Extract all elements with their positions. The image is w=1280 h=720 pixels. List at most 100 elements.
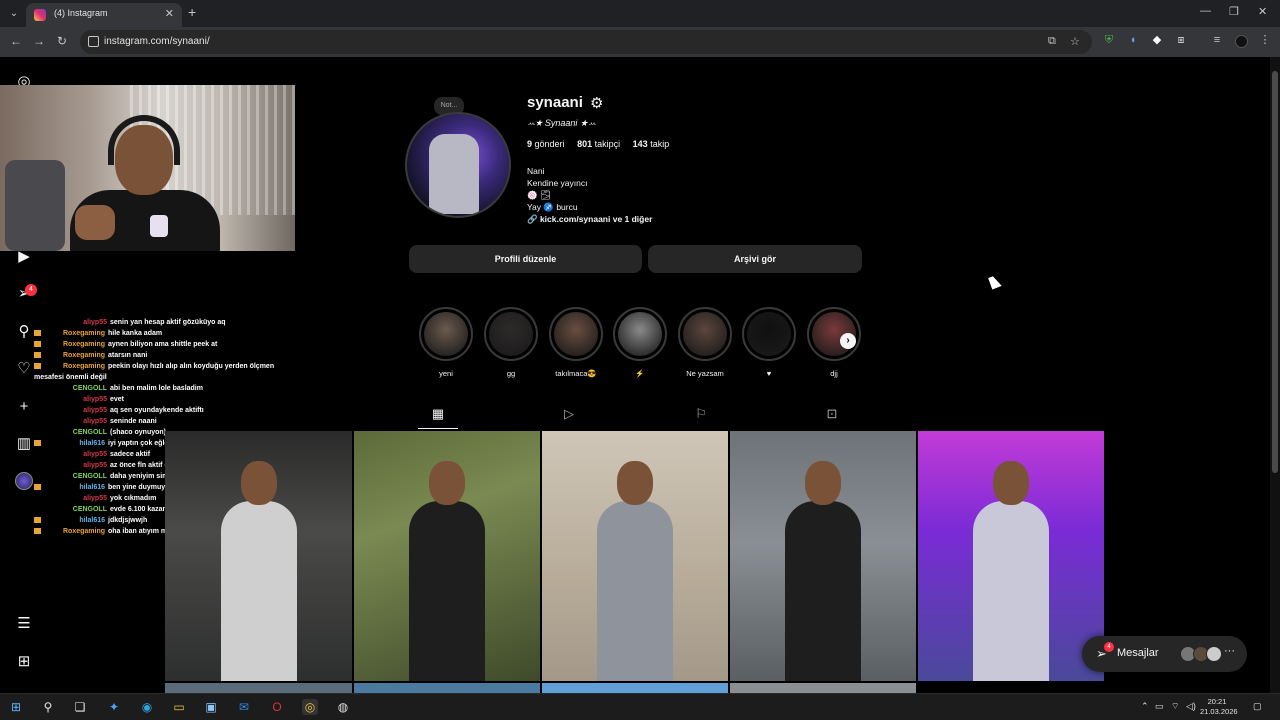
conversation-avatar bbox=[1206, 646, 1222, 662]
chat-username: aliyp55 bbox=[83, 418, 107, 425]
photo-subject bbox=[785, 501, 861, 681]
bio-line: Yay ♐ burcu bbox=[527, 202, 578, 212]
address-bar[interactable]: instagram.com/synaani/ ⧉ ☆ bbox=[80, 30, 1092, 54]
back-icon[interactable]: ← bbox=[10, 34, 22, 48]
posts-stat[interactable]: 9 gönderi bbox=[527, 139, 565, 149]
post-thumbnail[interactable] bbox=[354, 431, 540, 681]
edit-profile-button[interactable]: Profili düzenle bbox=[409, 245, 642, 273]
create-plus-icon[interactable]: + bbox=[14, 397, 34, 417]
shield-extension-icon[interactable]: ⛨ bbox=[1103, 34, 1115, 46]
restore-icon[interactable]: ❐ bbox=[1229, 5, 1239, 18]
chat-message: aliyp55 evet bbox=[34, 394, 294, 405]
post-thumbnail[interactable] bbox=[730, 683, 916, 693]
browser-tab[interactable]: (4) Instagram ✕ bbox=[26, 3, 182, 27]
chat-text: aynen biliyon ama shittle peek at bbox=[108, 341, 218, 348]
bookmark-star-icon[interactable]: ☆ bbox=[1070, 35, 1080, 48]
profile-avatar-nav[interactable] bbox=[15, 472, 33, 490]
highlight-label: ♥ bbox=[766, 369, 772, 378]
tab-reels-icon[interactable]: ▷ bbox=[559, 406, 579, 424]
site-info-icon[interactable] bbox=[88, 36, 99, 47]
tray-overflow-icon[interactable]: ⌃ bbox=[1141, 701, 1149, 712]
settings-gear-icon[interactable]: ⚙ bbox=[590, 94, 603, 112]
copilot-icon[interactable]: ✦ bbox=[106, 699, 122, 715]
extensions-puzzle-icon[interactable]: ⧆ bbox=[1175, 34, 1187, 46]
bio-line: Kendine yayıncı bbox=[527, 178, 588, 188]
dashboard-icon[interactable]: ▥ bbox=[14, 434, 34, 454]
taskbar-clock[interactable]: 20:21 21.03.2026 bbox=[1200, 697, 1238, 717]
tab-tagged-icon[interactable]: ⊡ bbox=[822, 406, 842, 424]
diamond-extension-icon[interactable]: ◆ bbox=[1151, 34, 1163, 46]
messages-panel-button[interactable]: ➢ 4 Mesajlar ··· bbox=[1082, 636, 1247, 672]
chrome-icon[interactable]: ◎ bbox=[302, 699, 318, 715]
view-archive-button[interactable]: Arşivi gör bbox=[648, 245, 862, 273]
page-scrollbar[interactable] bbox=[1270, 57, 1280, 693]
also-from-meta-icon[interactable]: ⊞ bbox=[14, 652, 34, 672]
chat-text: sadece aktif bbox=[110, 451, 151, 458]
reload-icon[interactable]: ↻ bbox=[57, 34, 67, 48]
highlight-label: yeni bbox=[439, 369, 453, 378]
following-stat[interactable]: 143 takip bbox=[633, 139, 670, 149]
browser-menu-icon[interactable]: ⋮ bbox=[1259, 34, 1271, 46]
obs-icon[interactable]: ◍ bbox=[335, 699, 351, 715]
tab-posts-grid-icon[interactable]: ▦ bbox=[428, 406, 448, 424]
chat-text: (shaco oynuyon) bbox=[110, 429, 167, 436]
profile-picture[interactable] bbox=[405, 112, 511, 218]
forward-icon[interactable]: → bbox=[33, 34, 45, 48]
story-highlight[interactable]: Ne yazsam bbox=[678, 307, 732, 378]
task-view-icon[interactable]: ❏ bbox=[72, 699, 88, 715]
photo-subject bbox=[597, 501, 673, 681]
highlight-cover bbox=[554, 312, 598, 356]
tab-saved-icon[interactable]: ⚐ bbox=[691, 406, 711, 424]
chat-message: aliyp55 senin yan hesap aktif gözüküyo aq bbox=[34, 317, 294, 328]
taskbar-search-icon[interactable]: ⚲ bbox=[40, 699, 56, 715]
notifications-heart-icon[interactable]: ♡ bbox=[14, 359, 34, 379]
close-window-icon[interactable]: ✕ bbox=[1258, 5, 1267, 18]
post-thumbnail[interactable] bbox=[165, 683, 352, 693]
tray-network-icon[interactable]: ▭ bbox=[1155, 701, 1164, 712]
tray-volume-icon[interactable]: ◁) bbox=[1186, 701, 1196, 712]
post-thumbnail[interactable] bbox=[165, 431, 352, 681]
browser-profile-avatar[interactable] bbox=[1235, 35, 1248, 48]
chat-username: aliyp55 bbox=[83, 451, 107, 458]
file-explorer-icon[interactable]: ▭ bbox=[171, 699, 187, 715]
chat-badge-icon bbox=[34, 341, 41, 348]
photo-subject-head bbox=[429, 461, 465, 505]
opera-icon[interactable]: O bbox=[269, 699, 285, 715]
new-tab-button[interactable]: + bbox=[188, 4, 196, 20]
highlights-next-icon[interactable]: › bbox=[840, 333, 856, 349]
chat-text: aq sen oyundaykende aktiftı bbox=[110, 407, 204, 414]
close-tab-icon[interactable]: ✕ bbox=[165, 7, 174, 20]
install-app-icon[interactable]: ⧉ bbox=[1048, 35, 1056, 48]
bio-line: 🍥 🌫 bbox=[527, 190, 551, 200]
tab-search-icon[interactable]: ⌄ bbox=[6, 6, 22, 22]
highlight-cover bbox=[618, 312, 662, 356]
chat-username: CENGOLL bbox=[72, 385, 107, 392]
chat-message: Roxegaming aynen biliyon ama shittle peek… bbox=[34, 339, 294, 350]
notification-center-icon[interactable]: ▢ bbox=[1253, 701, 1262, 712]
followers-stat[interactable]: 801 takipçi bbox=[577, 139, 620, 149]
start-windows-icon[interactable]: ⊞ bbox=[8, 699, 24, 715]
media-control-icon[interactable]: ≡ bbox=[1211, 34, 1223, 46]
store-icon[interactable]: ▣ bbox=[203, 699, 219, 715]
post-thumbnail[interactable] bbox=[918, 431, 1104, 681]
chat-badge-icon bbox=[34, 440, 41, 447]
mail-icon[interactable]: ✉ bbox=[236, 699, 252, 715]
story-highlight[interactable]: gg bbox=[484, 307, 538, 378]
post-thumbnail[interactable] bbox=[542, 431, 728, 681]
translate-extension-icon[interactable]: ◖ bbox=[1127, 34, 1139, 46]
tray-wifi-icon[interactable]: ⌔ bbox=[1171, 701, 1179, 712]
highlight-cover bbox=[683, 312, 727, 356]
post-thumbnail[interactable] bbox=[542, 683, 728, 693]
story-highlight[interactable]: takılmaca😎 bbox=[549, 307, 603, 378]
bio-link[interactable]: 🔗 kick.com/synaani ve 1 diğer bbox=[527, 213, 652, 225]
minimize-icon[interactable]: — bbox=[1200, 5, 1211, 17]
story-highlight[interactable]: ⚡ bbox=[613, 307, 667, 378]
story-highlight[interactable]: yeni bbox=[419, 307, 473, 378]
browser-tab-bar: ⌄ (4) Instagram ✕ + — ❐ ✕ bbox=[0, 0, 1280, 27]
post-thumbnail[interactable] bbox=[354, 683, 540, 693]
story-highlight[interactable]: ♥ bbox=[742, 307, 796, 378]
post-thumbnail[interactable] bbox=[730, 431, 916, 681]
search-icon[interactable]: ⚲ bbox=[14, 322, 34, 342]
edge-browser-icon[interactable]: ◉ bbox=[139, 699, 155, 715]
more-menu-icon[interactable]: ☰ bbox=[14, 614, 34, 634]
